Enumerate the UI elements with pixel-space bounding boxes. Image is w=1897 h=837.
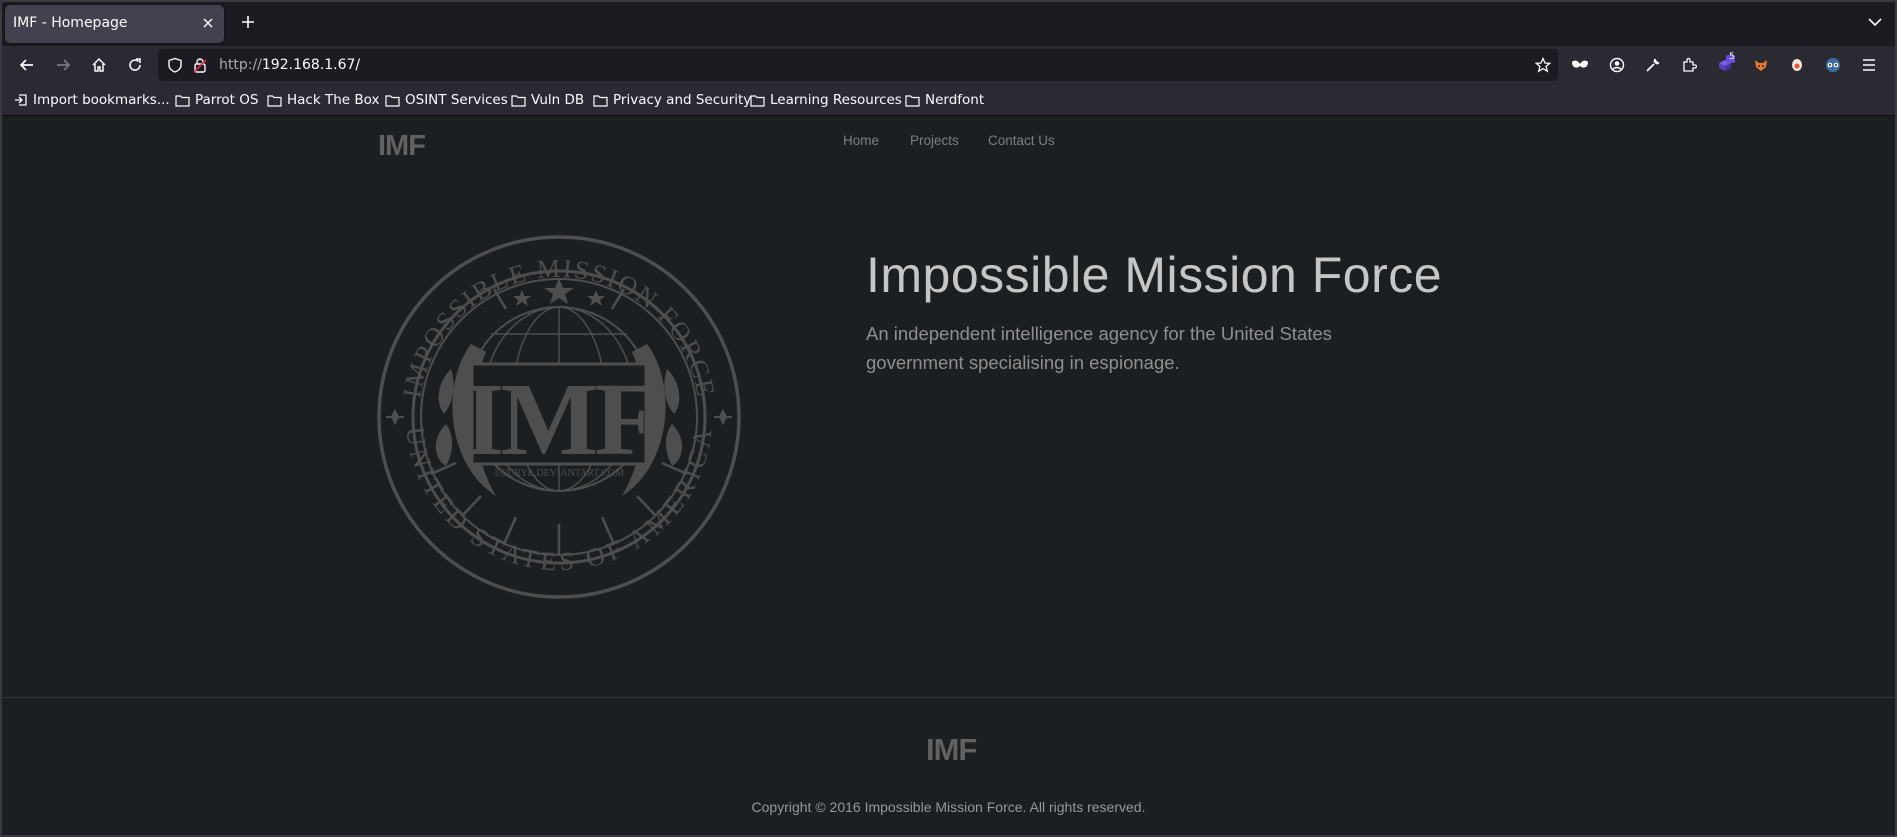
nav-link-contact-us[interactable]: Contact Us (988, 133, 1055, 148)
tab-strip: IMF - Homepage (0, 0, 1897, 46)
hero-title: Impossible Mission Force (866, 247, 1443, 303)
imf-seal-emblem: IMPOSSIBLE MISSION FORCE UNITED STATES O… (377, 235, 741, 599)
home-icon[interactable] (88, 54, 110, 76)
wrench-icon[interactable] (1642, 54, 1664, 76)
bookmark-label: Privacy and Security (613, 92, 752, 108)
folder-icon (593, 94, 608, 107)
site-logo[interactable]: IMF (378, 130, 426, 163)
web-page: IMF Home Projects Contact Us IMPOSSIBLE … (2, 116, 1895, 835)
new-tab-icon[interactable] (237, 11, 259, 33)
cookie-extension-icon[interactable] (1786, 54, 1808, 76)
bookmark-label: Import bookmarks... (33, 92, 170, 108)
url-text: http://192.168.1.67/ (219, 57, 360, 73)
nav-toolbar: http://192.168.1.67/ 5 (0, 46, 1897, 84)
shield-icon[interactable] (164, 54, 186, 76)
bookmark-label: Parrot OS (195, 92, 259, 108)
bookmark-label: Learning Resources (770, 92, 902, 108)
insecure-lock-icon[interactable] (189, 54, 211, 76)
folder-icon (750, 94, 765, 107)
browser-tab[interactable]: IMF - Homepage (5, 5, 224, 43)
ublock-extension-icon[interactable]: 5 (1714, 52, 1736, 76)
hamburger-menu-icon[interactable] (1858, 54, 1880, 76)
folder-icon (267, 94, 282, 107)
footer-copyright: Copyright © 2016 Impossible Mission Forc… (2, 799, 1895, 815)
bookmark-label: Nerdfont (925, 92, 985, 108)
bookmark-folder-privacy-and-security[interactable]: Privacy and Security (593, 91, 751, 109)
url-bar[interactable]: http://192.168.1.67/ (158, 49, 1558, 81)
bookmark-folder-vuln-db[interactable]: Vuln DB (511, 91, 584, 109)
close-tab-icon[interactable] (198, 13, 218, 33)
seal-center-text: IMF (464, 362, 654, 477)
bookmark-folder-osint-services[interactable]: OSINT Services (385, 91, 508, 109)
url-scheme: http:// (219, 57, 262, 73)
folder-icon (385, 94, 400, 107)
bookmark-label: OSINT Services (405, 92, 508, 108)
folder-icon (511, 94, 526, 107)
fox-extension-icon[interactable] (1750, 54, 1772, 76)
nav-link-home[interactable]: Home (843, 133, 879, 148)
forward-arrow-icon[interactable] (52, 54, 74, 76)
copyright-text: Copyright © 2016 Impossible Mission Forc… (751, 799, 1146, 815)
folder-icon (905, 94, 920, 107)
bookmark-label: Vuln DB (531, 92, 585, 108)
bookmark-folder-nerdfont[interactable]: Nerdfont (905, 91, 984, 109)
glasses-extension-icon[interactable] (1822, 54, 1844, 76)
mask-icon[interactable] (1569, 54, 1591, 76)
url-host: 192.168.1.67/ (261, 57, 361, 73)
reload-icon[interactable] (124, 54, 146, 76)
folder-icon (175, 94, 190, 107)
seal-watermark-text: ©SURYE.DEVIANTART.COM (494, 468, 624, 479)
extension-badge: 5 (1729, 52, 1735, 62)
bookmark-star-icon[interactable] (1532, 54, 1554, 76)
bookmark-label: Hack The Box (287, 92, 380, 108)
import-icon (15, 94, 27, 106)
footer-logo: IMF (926, 732, 977, 767)
bookmark-import[interactable]: Import bookmarks... (14, 91, 170, 109)
footer-divider (2, 697, 1895, 698)
tab-title: IMF - Homepage (13, 15, 128, 31)
bookmark-folder-learning-resources[interactable]: Learning Resources (750, 91, 902, 109)
nav-link-projects[interactable]: Projects (910, 133, 959, 148)
bookmarks-toolbar: Import bookmarks... Parrot OS Hack The B… (0, 84, 1897, 116)
hero-subtitle: An independent intelligence agency for t… (866, 323, 1332, 373)
extensions-puzzle-icon[interactable] (1678, 54, 1700, 76)
bookmark-folder-parrot-os[interactable]: Parrot OS (175, 91, 258, 109)
back-arrow-icon[interactable] (16, 54, 38, 76)
chevron-down-icon[interactable] (1865, 12, 1885, 32)
bookmark-folder-hack-the-box[interactable]: Hack The Box (267, 91, 379, 109)
account-icon[interactable] (1606, 54, 1628, 76)
